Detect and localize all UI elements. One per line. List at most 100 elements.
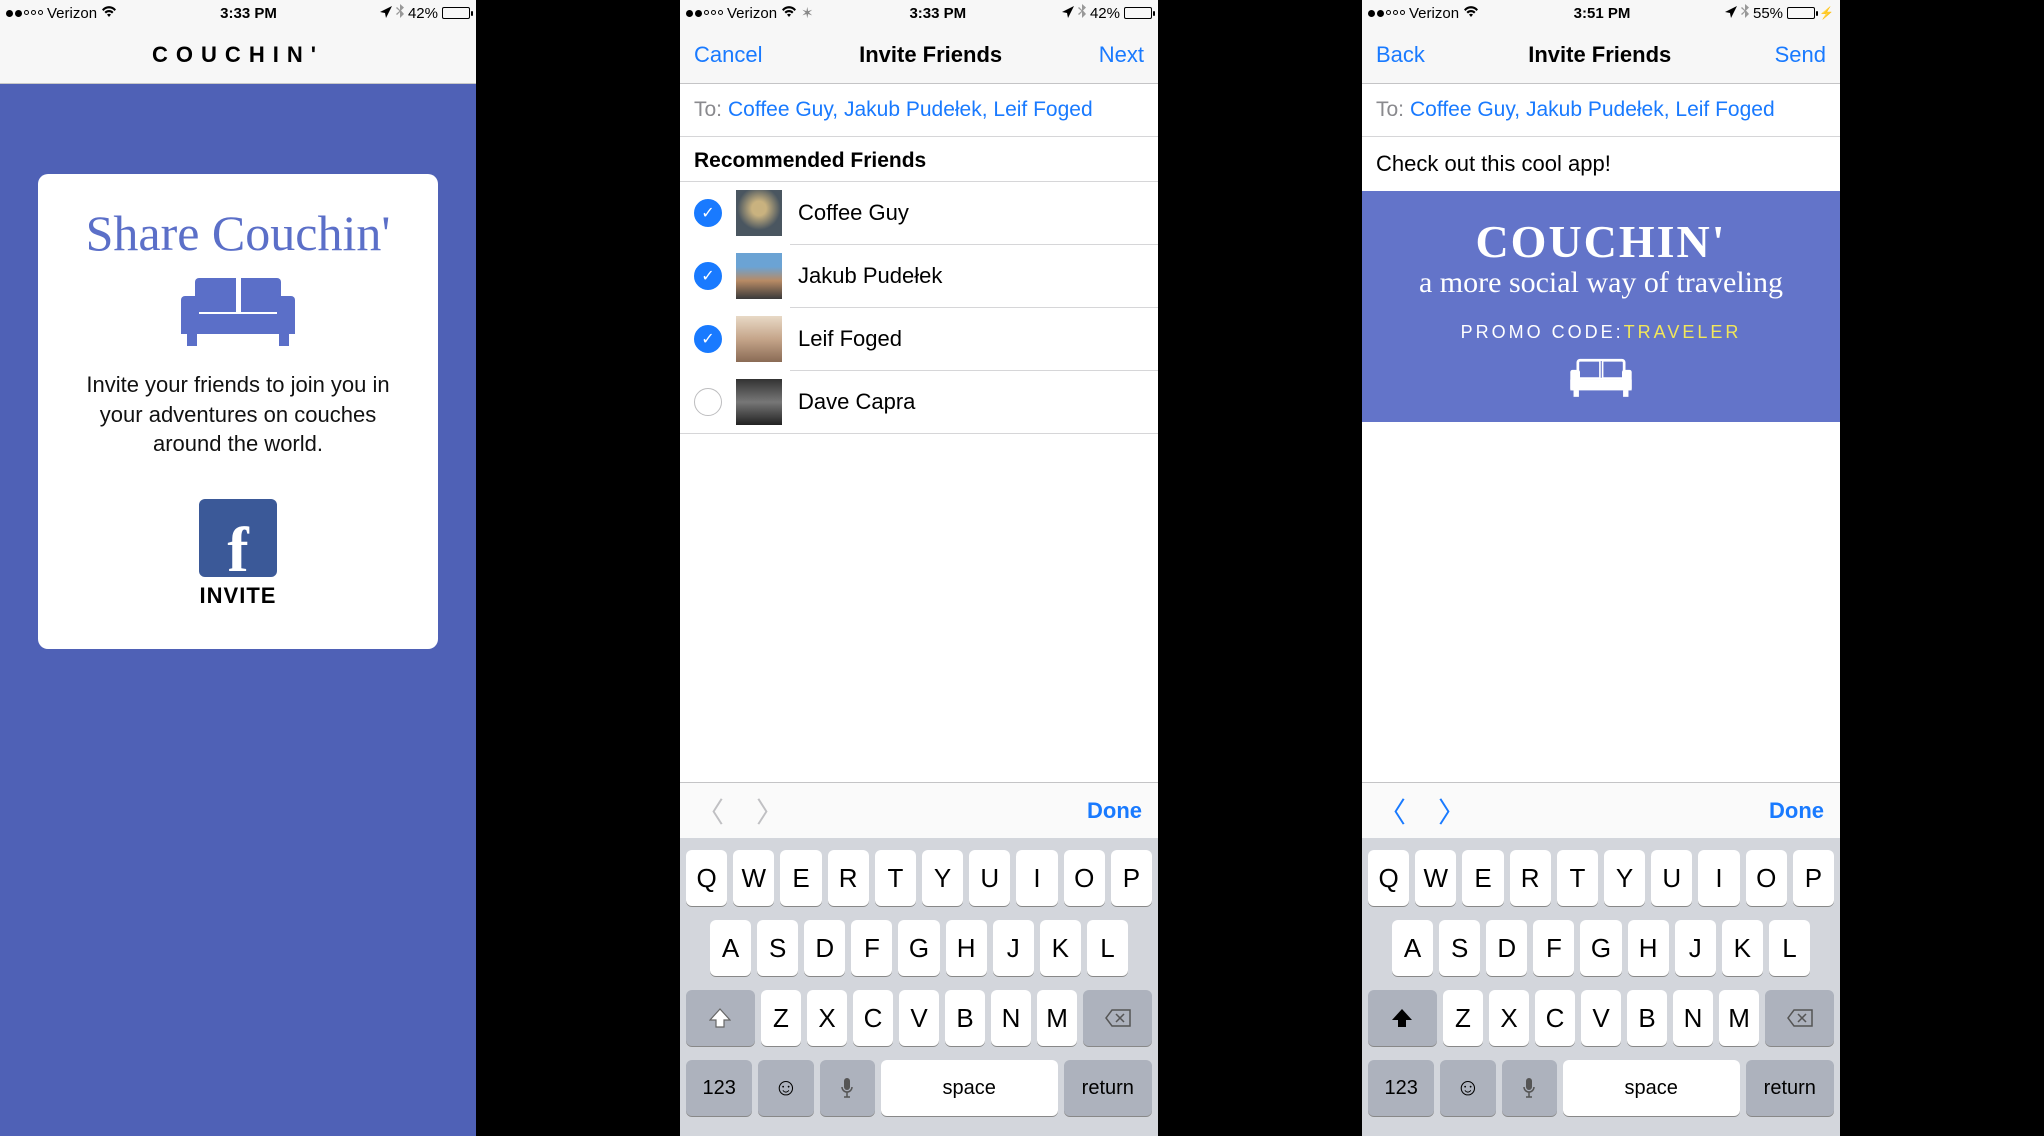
checkbox-icon[interactable]: ✓: [694, 262, 722, 290]
key-i[interactable]: I: [1698, 850, 1739, 906]
done-button[interactable]: Done: [1769, 798, 1824, 824]
checkbox-icon[interactable]: [694, 388, 722, 416]
back-button[interactable]: Back: [1376, 42, 1425, 68]
key-e[interactable]: E: [780, 850, 821, 906]
backspace-key[interactable]: [1765, 990, 1834, 1046]
next-button[interactable]: Next: [1099, 42, 1144, 68]
key-y[interactable]: Y: [1604, 850, 1645, 906]
key-k[interactable]: K: [1040, 920, 1081, 976]
mic-key[interactable]: [820, 1060, 875, 1116]
nav-title: Invite Friends: [1528, 42, 1671, 68]
key-z[interactable]: Z: [1443, 990, 1483, 1046]
key-q[interactable]: Q: [686, 850, 727, 906]
key-e[interactable]: E: [1462, 850, 1503, 906]
emoji-key[interactable]: ☺: [1440, 1060, 1495, 1116]
key-t[interactable]: T: [875, 850, 916, 906]
key-b[interactable]: B: [945, 990, 985, 1046]
key-m[interactable]: M: [1037, 990, 1077, 1046]
key-l[interactable]: L: [1769, 920, 1810, 976]
next-field-button[interactable]: 〉: [1438, 791, 1466, 831]
friend-row[interactable]: Dave Capra: [680, 371, 1158, 433]
facebook-invite-button[interactable]: f INVITE: [199, 499, 277, 609]
key-h[interactable]: H: [946, 920, 987, 976]
key-r[interactable]: R: [1510, 850, 1551, 906]
key-y[interactable]: Y: [922, 850, 963, 906]
friend-name: Leif Foged: [798, 326, 902, 352]
key-d[interactable]: D: [1486, 920, 1527, 976]
carrier-label: Verizon: [727, 5, 777, 22]
key-n[interactable]: N: [1673, 990, 1713, 1046]
friend-row[interactable]: ✓ Coffee Guy: [680, 182, 1158, 244]
numbers-key[interactable]: 123: [686, 1060, 752, 1116]
key-x[interactable]: X: [807, 990, 847, 1046]
return-key[interactable]: return: [1064, 1060, 1152, 1116]
key-x[interactable]: X: [1489, 990, 1529, 1046]
share-card: Share Couchin' Invite your friends to jo…: [38, 174, 438, 649]
emoji-key[interactable]: ☺: [758, 1060, 813, 1116]
key-z[interactable]: Z: [761, 990, 801, 1046]
key-p[interactable]: P: [1111, 850, 1152, 906]
key-m[interactable]: M: [1719, 990, 1759, 1046]
key-w[interactable]: W: [1415, 850, 1456, 906]
key-u[interactable]: U: [1651, 850, 1692, 906]
key-s[interactable]: S: [757, 920, 798, 976]
cancel-button[interactable]: Cancel: [694, 42, 762, 68]
key-g[interactable]: G: [1580, 920, 1621, 976]
shift-key[interactable]: [686, 990, 755, 1046]
key-l[interactable]: L: [1087, 920, 1128, 976]
key-f[interactable]: F: [1533, 920, 1574, 976]
key-s[interactable]: S: [1439, 920, 1480, 976]
key-u[interactable]: U: [969, 850, 1010, 906]
key-q[interactable]: Q: [1368, 850, 1409, 906]
key-j[interactable]: J: [993, 920, 1034, 976]
location-icon: [380, 5, 392, 22]
battery-percent: 42%: [1090, 5, 1120, 22]
checkbox-icon[interactable]: ✓: [694, 325, 722, 353]
key-p[interactable]: P: [1793, 850, 1834, 906]
friend-row[interactable]: ✓ Jakub Pudełek: [680, 245, 1158, 307]
key-c[interactable]: C: [1535, 990, 1575, 1046]
to-field[interactable]: To: Coffee Guy, Jakub Pudełek, Leif Foge…: [680, 84, 1158, 137]
numbers-key[interactable]: 123: [1368, 1060, 1434, 1116]
send-button[interactable]: Send: [1775, 42, 1826, 68]
key-k[interactable]: K: [1722, 920, 1763, 976]
carrier-label: Verizon: [1409, 5, 1459, 22]
facebook-icon: f: [199, 499, 277, 577]
status-bar: Verizon 3:33 PM 42%: [0, 0, 476, 26]
prev-field-button[interactable]: 〈: [696, 791, 724, 831]
space-key[interactable]: space: [1563, 1060, 1740, 1116]
key-f[interactable]: F: [851, 920, 892, 976]
key-a[interactable]: A: [1392, 920, 1433, 976]
shift-key[interactable]: [1368, 990, 1437, 1046]
key-v[interactable]: V: [899, 990, 939, 1046]
friend-row[interactable]: ✓ Leif Foged: [680, 308, 1158, 370]
key-o[interactable]: O: [1064, 850, 1105, 906]
key-o[interactable]: O: [1746, 850, 1787, 906]
prev-field-button[interactable]: 〈: [1378, 791, 1406, 831]
key-a[interactable]: A: [710, 920, 751, 976]
key-r[interactable]: R: [828, 850, 869, 906]
couch-icon: [1566, 357, 1636, 399]
key-j[interactable]: J: [1675, 920, 1716, 976]
message-text-input[interactable]: Check out this cool app!: [1376, 151, 1826, 177]
to-field[interactable]: To: Coffee Guy, Jakub Pudełek, Leif Foge…: [1362, 84, 1840, 137]
key-b[interactable]: B: [1627, 990, 1667, 1046]
key-t[interactable]: T: [1557, 850, 1598, 906]
key-h[interactable]: H: [1628, 920, 1669, 976]
key-n[interactable]: N: [991, 990, 1031, 1046]
mic-key[interactable]: [1502, 1060, 1557, 1116]
checkbox-icon[interactable]: ✓: [694, 199, 722, 227]
key-d[interactable]: D: [804, 920, 845, 976]
backspace-key[interactable]: [1083, 990, 1152, 1046]
done-button[interactable]: Done: [1087, 798, 1142, 824]
carrier-label: Verizon: [47, 5, 97, 22]
key-i[interactable]: I: [1016, 850, 1057, 906]
key-w[interactable]: W: [733, 850, 774, 906]
location-icon: [1725, 5, 1737, 22]
key-v[interactable]: V: [1581, 990, 1621, 1046]
key-c[interactable]: C: [853, 990, 893, 1046]
next-field-button[interactable]: 〉: [756, 791, 784, 831]
return-key[interactable]: return: [1746, 1060, 1834, 1116]
key-g[interactable]: G: [898, 920, 939, 976]
space-key[interactable]: space: [881, 1060, 1058, 1116]
